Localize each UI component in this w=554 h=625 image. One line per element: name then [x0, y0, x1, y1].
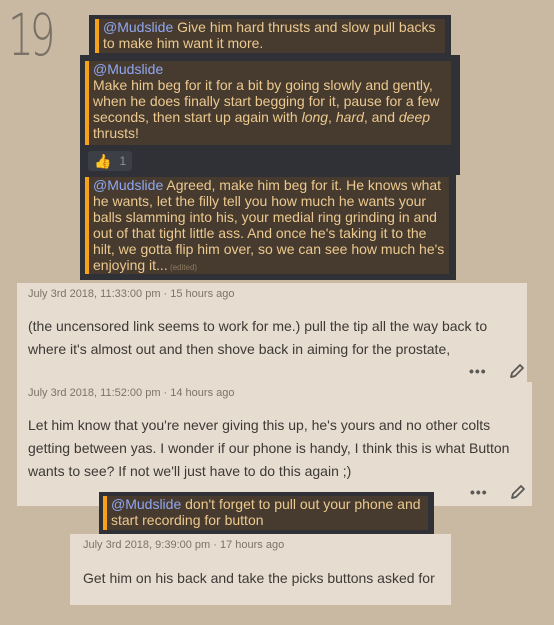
comment-card-1: July 3rd 2018, 11:33:00 pm · 15 hours ag…	[17, 283, 527, 384]
thumbs-up-icon: 👍	[94, 152, 112, 169]
mention[interactable]: @Mudslide	[103, 19, 173, 35]
comment-timestamp: July 3rd 2018, 11:33:00 pm · 15 hours ag…	[28, 288, 235, 300]
mention[interactable]: @Mudslide	[93, 177, 163, 193]
reaction-count: 1	[119, 154, 127, 168]
edited-label: (edited)	[167, 263, 198, 272]
separator: , and	[363, 109, 399, 125]
comment-card-3: July 3rd 2018, 9:39:00 pm · 17 hours ago…	[70, 534, 451, 605]
comment-text: Let him know that you're never giving th…	[28, 417, 510, 479]
comment-text: Get him on his back and take the picks b…	[83, 570, 435, 586]
mention[interactable]: @Mudslide	[93, 61, 163, 77]
page-number: 19	[8, 1, 55, 69]
message-text-end: thrusts!	[93, 125, 139, 141]
discord-message-3: @Mudslide Agreed, make him beg for it. H…	[80, 173, 456, 280]
reaction-chip[interactable]: 👍 1	[88, 151, 132, 171]
separator: ,	[328, 109, 336, 125]
more-options-icon[interactable]: •••	[469, 363, 487, 379]
comment-text: (the uncensored link seems to work for m…	[28, 318, 488, 357]
discord-message-2: @Mudslide Make him beg for it for a bit …	[80, 55, 460, 175]
edit-pencil-icon[interactable]	[510, 484, 526, 500]
comment-card-2: July 3rd 2018, 11:52:00 pm · 14 hours ag…	[17, 382, 532, 506]
more-options-icon[interactable]: •••	[470, 484, 488, 500]
mention[interactable]: @Mudslide	[111, 496, 181, 512]
edit-pencil-icon[interactable]	[509, 363, 525, 379]
comment-timestamp: July 3rd 2018, 9:39:00 pm · 17 hours ago	[83, 539, 285, 551]
comment-timestamp: July 3rd 2018, 11:52:00 pm · 14 hours ag…	[28, 387, 235, 399]
emphasis-deep: deep	[398, 109, 431, 125]
emphasis-long: long	[301, 109, 329, 125]
discord-message-4: @Mudslide don't forget to pull out your …	[99, 492, 434, 534]
discord-message-1: @Mudslide Give him hard thrusts and slow…	[89, 15, 451, 57]
emphasis-hard: hard	[335, 109, 364, 125]
